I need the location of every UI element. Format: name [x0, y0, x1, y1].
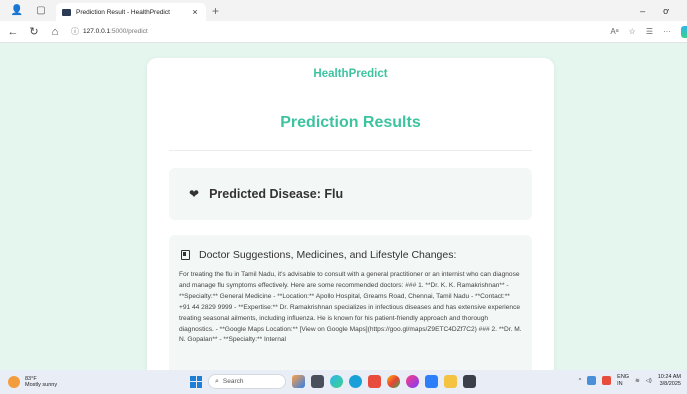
taskbar-search[interactable]: ⌕ Search: [208, 374, 286, 389]
vscode-icon[interactable]: [425, 375, 438, 388]
more-options-icon[interactable]: ···: [663, 27, 671, 36]
task-view-icon[interactable]: [311, 375, 324, 388]
weather-widget[interactable]: 83°F Mostly sunny: [8, 376, 57, 389]
language-indicator[interactable]: ENG IN: [617, 374, 629, 387]
home-icon[interactable]: ⌂: [47, 26, 63, 38]
heartbeat-icon: ❤: [189, 187, 200, 201]
app-icon[interactable]: [349, 375, 362, 388]
system-tray: ^ ENG IN ≋ ◁) 10:24 AM 3/8/2025: [579, 374, 681, 387]
results-card: HealthPredict Prediction Results ❤ Predi…: [147, 58, 554, 370]
divider: [169, 150, 532, 151]
page-viewport: HealthPredict Prediction Results ❤ Predi…: [0, 43, 687, 370]
windows-start-icon[interactable]: [190, 375, 202, 388]
minimize-button[interactable]: –: [640, 6, 645, 16]
app-icon-2[interactable]: [406, 375, 419, 388]
back-arrow-icon[interactable]: ←: [5, 26, 21, 38]
suggestions-heading: Doctor Suggestions, Medicines, and Lifes…: [199, 249, 457, 261]
suggestions-header: Doctor Suggestions, Medicines, and Lifes…: [181, 249, 522, 261]
predicted-disease-label: Predicted Disease: Flu: [209, 187, 344, 201]
restore-button[interactable]: ơ: [663, 6, 669, 16]
store-icon[interactable]: [368, 375, 381, 388]
page-favicon-icon: [62, 8, 71, 16]
volume-icon[interactable]: ◁): [646, 378, 652, 384]
copilot-icon[interactable]: [681, 25, 687, 38]
predicted-disease-panel: ❤ Predicted Disease: Flu: [169, 168, 532, 220]
tab-actions-icon[interactable]: ▢: [34, 4, 48, 18]
windows-taskbar: 83°F Mostly sunny ⌕ Search ^ ENG IN ≋ ◁)…: [0, 370, 687, 394]
favorites-list-icon[interactable]: ☰: [646, 27, 653, 36]
profile-icon[interactable]: 👤: [10, 4, 24, 18]
chevron-up-icon[interactable]: ^: [579, 378, 582, 384]
url-path: :5000/predict: [110, 28, 148, 35]
suggestions-text: For treating the flu in Tamil Nadu, it's…: [179, 271, 522, 344]
region-code: IN: [617, 380, 623, 387]
read-aloud-icon[interactable]: Aᵃ: [610, 27, 618, 36]
page-title: Prediction Results: [280, 114, 421, 131]
browser-title-bar: 👤 ▢ Prediction Result - HealthPredict × …: [0, 0, 687, 21]
toolbar-right: Aᵃ ☆ ☰ ···: [610, 25, 687, 38]
tab-title: Prediction Result - HealthPredict: [76, 8, 170, 16]
tray-app-icon-2[interactable]: [602, 376, 612, 385]
close-tab-icon[interactable]: ×: [190, 7, 200, 17]
search-placeholder: Search: [222, 378, 244, 385]
weather-text: 83°F Mostly sunny: [25, 376, 57, 389]
widgets-icon[interactable]: [292, 375, 305, 388]
taskbar-apps: ⌕ Search: [190, 374, 476, 389]
suggestions-panel: Doctor Suggestions, Medicines, and Lifes…: [169, 235, 532, 370]
clock[interactable]: 10:24 AM 3/8/2025: [658, 374, 681, 387]
url-field[interactable]: ⓘ 127.0.0.1 :5000/predict: [71, 24, 610, 40]
tray-app-icon[interactable]: [587, 376, 597, 385]
refresh-icon[interactable]: ↻: [26, 25, 42, 38]
new-tab-button[interactable]: +: [212, 4, 219, 18]
document-icon: [181, 250, 190, 260]
date: 3/8/2025: [659, 380, 681, 387]
weather-condition: Mostly sunny: [25, 382, 58, 388]
address-bar-row: ← ↻ ⌂ ⓘ 127.0.0.1 :5000/predict Aᵃ ☆ ☰ ·…: [0, 21, 687, 43]
brand-title: HealthPredict: [313, 68, 388, 80]
browser-tab[interactable]: Prediction Result - HealthPredict ×: [56, 3, 206, 21]
wifi-icon[interactable]: ≋: [635, 378, 640, 384]
site-info-icon[interactable]: ⓘ: [71, 26, 79, 37]
sun-icon: [8, 376, 20, 388]
edge-browser-icon[interactable]: [330, 375, 343, 388]
favorite-star-icon[interactable]: ☆: [629, 27, 636, 36]
window-controls: – ơ: [640, 6, 669, 16]
terminal-icon[interactable]: [463, 375, 476, 388]
chrome-icon[interactable]: [387, 375, 400, 388]
url-host: 127.0.0.1: [83, 28, 111, 35]
file-explorer-icon[interactable]: [444, 375, 457, 388]
search-icon: ⌕: [215, 377, 219, 385]
